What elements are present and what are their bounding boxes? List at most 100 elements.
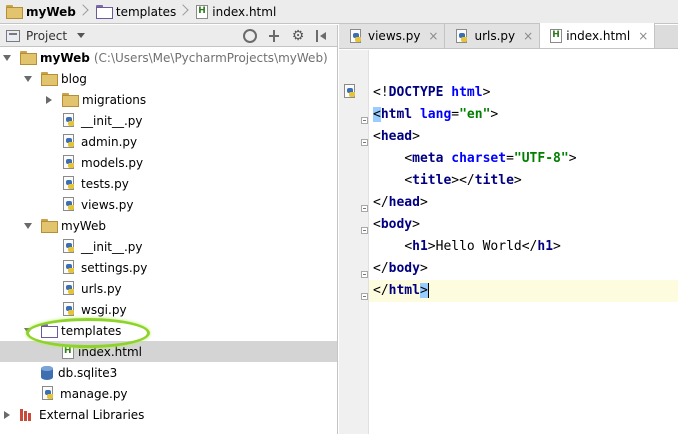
close-icon[interactable]: × — [428, 29, 438, 43]
chevron-down-icon[interactable] — [3, 55, 11, 61]
python-file-icon — [62, 134, 76, 149]
tree-node[interactable]: index.html — [62, 344, 142, 359]
tree-node[interactable]: settings.py — [62, 260, 147, 275]
tree-row[interactable]: manage.py — [0, 383, 337, 404]
panel-toolbar: ⚙ — [235, 28, 331, 44]
chevron-down-icon[interactable] — [24, 76, 32, 82]
tree-row[interactable]: myWeb — [0, 215, 337, 236]
fold-marker-icon[interactable] — [361, 117, 368, 124]
tree-row[interactable]: db.sqlite3 — [0, 362, 337, 383]
code-token: ></ — [451, 173, 475, 188]
close-icon[interactable]: × — [638, 29, 648, 43]
chevron-down-icon[interactable] — [24, 223, 32, 229]
tree-node[interactable]: db.sqlite3 — [41, 365, 117, 380]
tree-node[interactable]: wsgi.py — [62, 302, 127, 317]
breadcrumb-item-index-html[interactable]: index.html — [194, 3, 280, 21]
code-token: = — [506, 151, 514, 166]
collapse-all-icon[interactable] — [265, 28, 283, 44]
python-console-icon[interactable] — [343, 84, 357, 99]
code-line[interactable]: <head> — [369, 126, 678, 148]
tree-node[interactable]: External Libraries — [20, 408, 144, 422]
tree-row[interactable]: urls.py — [0, 278, 337, 299]
code-editor[interactable]: <!DOCTYPE html> <html lang="en"> <head> <m… — [369, 82, 678, 302]
tree-node[interactable]: models.py — [62, 155, 143, 170]
chevron-right-icon[interactable] — [4, 411, 10, 419]
chevron-right-icon — [78, 3, 88, 21]
tree-node[interactable]: manage.py — [41, 386, 128, 401]
code-token: body — [380, 217, 413, 232]
code-line[interactable]: </head> — [369, 192, 678, 214]
code-line[interactable]: <title></title> — [369, 170, 678, 192]
tree-node[interactable]: __init__.py — [62, 113, 143, 128]
editor-tab[interactable]: index.html × — [540, 23, 656, 48]
code-token: > — [427, 239, 436, 254]
project-view-selector[interactable]: Project — [26, 29, 67, 43]
folder-icon — [6, 5, 23, 19]
code-line[interactable]: </body> — [369, 258, 678, 280]
code-line[interactable]: <h1>Hello World</h1> — [369, 236, 678, 258]
tree-node[interactable]: views.py — [62, 197, 133, 212]
breadcrumb-item-templates[interactable]: templates — [94, 3, 192, 21]
fold-marker-icon[interactable] — [361, 205, 368, 212]
tree-node[interactable]: myWeb — [41, 219, 106, 233]
tree-row[interactable]: models.py — [0, 152, 337, 173]
code-line[interactable]: <!DOCTYPE html> — [369, 82, 678, 104]
tree-node[interactable]: migrations — [62, 93, 146, 107]
tree-row[interactable]: migrations — [0, 89, 337, 110]
chevron-down-icon[interactable] — [77, 33, 86, 38]
breadcrumb-label: myWeb — [26, 4, 76, 19]
breadcrumb-item-myweb[interactable]: myWeb — [4, 3, 92, 21]
tree-item-label: views.py — [81, 197, 134, 212]
fold-marker-icon[interactable] — [361, 293, 368, 300]
code-token: > — [412, 217, 420, 232]
tree-row[interactable]: tests.py — [0, 173, 337, 194]
close-icon[interactable]: × — [523, 29, 533, 43]
tree-node[interactable]: templates — [41, 324, 121, 338]
chevron-right-icon[interactable] — [46, 96, 52, 104]
python-file-icon — [41, 386, 55, 401]
python-file-icon — [62, 155, 76, 170]
tree-item-label: manage.py — [60, 386, 128, 401]
tree-node[interactable]: blog — [41, 72, 87, 86]
chevron-down-icon[interactable] — [24, 328, 32, 334]
tree-row[interactable]: wsgi.py — [0, 299, 337, 320]
tree-item-label: __init__.py — [81, 239, 143, 254]
fold-marker-icon[interactable] — [361, 227, 368, 234]
code-line[interactable]: <html lang="en"> — [369, 104, 678, 126]
python-file-icon — [62, 197, 76, 212]
tree-node[interactable]: tests.py — [62, 176, 129, 191]
tree-node[interactable]: admin.py — [62, 134, 137, 149]
gear-icon[interactable]: ⚙ — [289, 28, 307, 44]
tree-row[interactable]: admin.py — [0, 131, 337, 152]
editor-tab[interactable]: urls.py × — [445, 24, 541, 48]
breadcrumb-label: index.html — [212, 4, 277, 19]
tree-item-label: settings.py — [81, 260, 148, 275]
tree-node[interactable]: __init__.py — [62, 239, 143, 254]
tree-node[interactable]: urls.py — [62, 281, 122, 296]
code-line[interactable]: </html> — [369, 280, 678, 302]
tree-node[interactable]: myWeb (C:\Users\Me\PycharmProjects\myWeb) — [20, 51, 328, 65]
fold-marker-icon[interactable] — [361, 271, 368, 278]
tree-row[interactable]: __init__.py — [0, 236, 337, 257]
editor-tab[interactable]: views.py × — [339, 24, 446, 48]
scroll-from-source-icon[interactable] — [241, 28, 259, 44]
tree-row[interactable]: myWeb (C:\Users\Me\PycharmProjects\myWeb) — [0, 47, 337, 68]
code-token: </ — [373, 195, 389, 210]
tree-item-label: urls.py — [81, 281, 122, 296]
chevron-right-icon — [178, 3, 188, 21]
tree-row[interactable]: blog — [0, 68, 337, 89]
tree-row[interactable]: templates — [0, 320, 337, 341]
tree-row[interactable]: __init__.py — [0, 110, 337, 131]
tree-row[interactable]: index.html — [0, 341, 337, 362]
hide-panel-icon[interactable] — [313, 28, 331, 44]
tab-label: index.html — [566, 28, 631, 43]
tree-row[interactable]: settings.py — [0, 257, 337, 278]
tree-row[interactable]: External Libraries — [0, 404, 337, 425]
code-line[interactable]: <meta charset="UTF-8"> — [369, 148, 678, 170]
code-line[interactable]: <body> — [369, 214, 678, 236]
python-file-icon — [62, 176, 76, 191]
tree-row[interactable]: views.py — [0, 194, 337, 215]
package-folder-icon — [41, 72, 58, 86]
fold-marker-icon[interactable] — [361, 139, 368, 146]
